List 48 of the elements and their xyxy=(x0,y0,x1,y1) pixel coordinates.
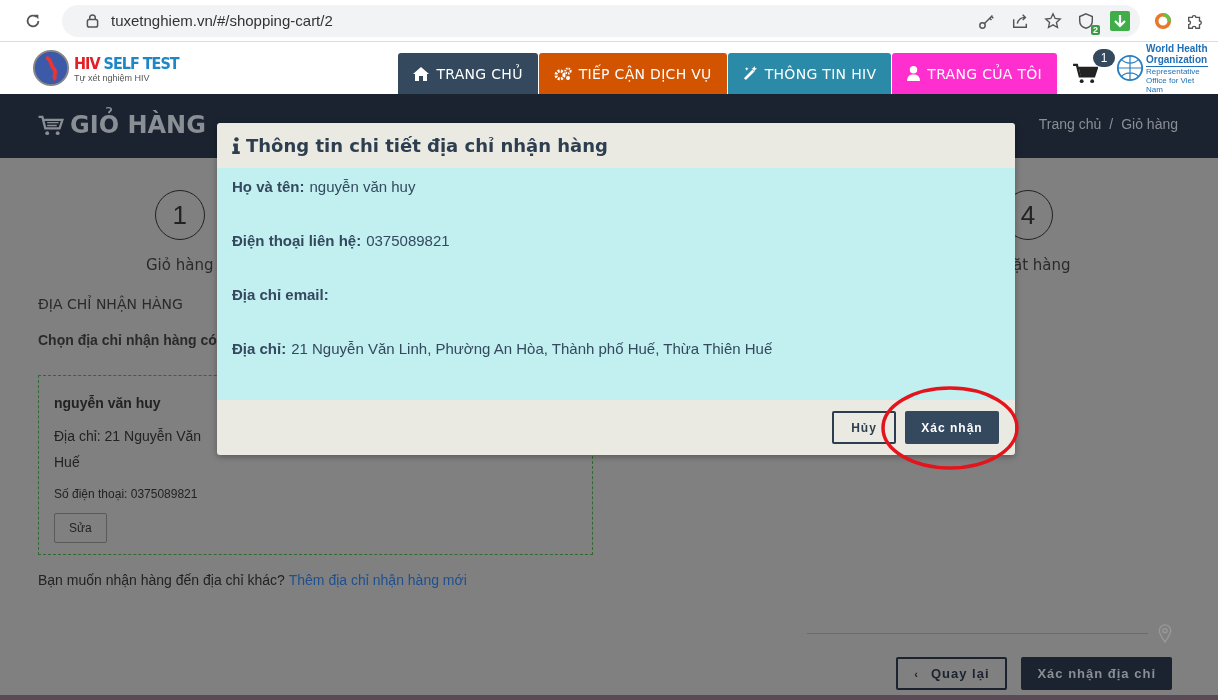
gears-icon xyxy=(553,66,572,81)
instruction-text: Chọn địa chỉ nhận hàng có xyxy=(38,332,218,348)
logo-title: HIV SELF TEST xyxy=(74,53,179,73)
edit-button[interactable]: Sửa xyxy=(54,513,107,543)
lock-icon xyxy=(86,13,99,28)
info-icon xyxy=(232,137,240,154)
recipient-name: nguyễn văn huy xyxy=(54,395,161,411)
nav-tab[interactable]: TRANG CỦA TÔI xyxy=(892,53,1057,94)
home-icon xyxy=(413,66,430,81)
shield-icon[interactable] xyxy=(1077,11,1095,30)
breadcrumb-link[interactable]: Giỏ hàng xyxy=(1121,116,1178,132)
phone-text: Số điện thoại: 0375089821 xyxy=(54,487,198,501)
dialog-title: Thông tin chi tiết địa chỉ nhận hàng xyxy=(246,135,608,156)
share-icon[interactable] xyxy=(1011,11,1029,30)
back-button[interactable]: ‹ Quay lại xyxy=(896,657,1008,690)
magic-wand-icon xyxy=(742,66,758,81)
download-icon[interactable] xyxy=(1110,10,1130,31)
prompt-text: Bạn muốn nhận hàng đến địa chỉ khác? xyxy=(38,572,285,588)
detail-field: Địa chỉ email: xyxy=(232,286,1000,304)
breadcrumb-separator: / xyxy=(1109,116,1114,132)
user-icon xyxy=(907,66,921,81)
partner-subtitle: Representative Office for Viet Nam xyxy=(1146,65,1208,94)
logo-subtitle: Tự xét nghiệm HIV xyxy=(74,72,151,83)
address-text: Huế xyxy=(54,454,80,470)
confirm-address-button[interactable]: Xác nhận địa chỉ xyxy=(1021,657,1172,690)
address-bar[interactable]: tuxetnghiem.vn/#/shopping-cart/2 2 xyxy=(62,4,1140,37)
cart-icon[interactable] xyxy=(1073,62,1098,84)
globe-emblem-icon xyxy=(1116,54,1144,82)
map-pin-icon xyxy=(1158,624,1172,643)
nav-tab[interactable]: TIẾP CẬN DỊCH VỤ xyxy=(538,53,727,94)
detail-field: Điện thoại liên hệ: 0375089821 xyxy=(232,232,1000,250)
detail-field: Họ và tên: nguyễn văn huy xyxy=(232,178,1000,196)
logo-emblem-icon xyxy=(32,49,70,87)
detail-field: Địa chỉ: 21 Nguyễn Văn Linh, Phường An Hòa, Thành phố Huế, Thừa Thiên Huế xyxy=(232,340,1000,358)
extension-badge: 2 xyxy=(1091,24,1100,35)
breadcrumb-link[interactable]: Trang chủ xyxy=(1038,116,1102,132)
star-icon[interactable] xyxy=(1044,11,1062,30)
partner-name: World Health Organization xyxy=(1146,42,1208,65)
nav-tab[interactable]: THÔNG TIN HIV xyxy=(727,53,892,94)
cart-icon xyxy=(38,114,64,136)
cancel-button[interactable]: Hủy xyxy=(832,411,896,444)
url-text: tuxetnghiem.vn/#/shopping-cart/2 xyxy=(111,12,333,29)
step-label: Giỏ hàng xyxy=(146,256,214,274)
extension-ring-icon[interactable] xyxy=(1154,11,1172,30)
confirm-button[interactable]: Xác nhận xyxy=(905,411,999,444)
address-text: Địa chỉ: 21 Nguyễn Văn xyxy=(54,428,202,444)
nav-tab[interactable]: TRANG CHỦ xyxy=(398,53,538,94)
cart-count-badge: 1 xyxy=(1093,48,1115,67)
